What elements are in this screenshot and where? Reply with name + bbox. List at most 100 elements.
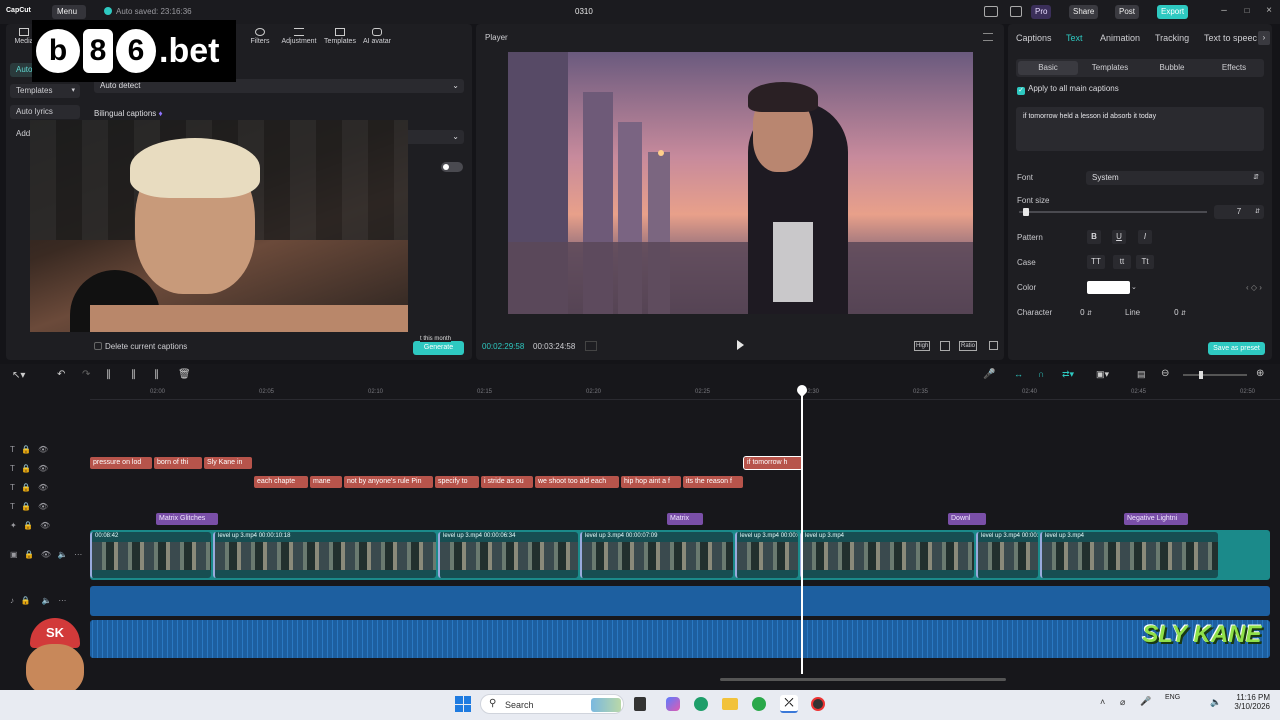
fullscreen-icon[interactable] [989, 341, 998, 350]
font-dropdown[interactable]: System ⇵ [1086, 171, 1264, 185]
copilot-icon[interactable] [666, 697, 680, 711]
language-indicator[interactable]: ENG [1165, 694, 1180, 701]
video-clip[interactable]: level up 3.mp4 00:00:10:18 [213, 532, 436, 578]
delete-captions-option[interactable]: Delete current captions [94, 342, 187, 351]
crop-icon[interactable] [940, 341, 950, 351]
tab-text[interactable]: Text [1066, 33, 1083, 43]
tab-tracking[interactable]: Tracking [1155, 33, 1189, 43]
chevron-right-icon[interactable]: › [1258, 31, 1270, 45]
capcut-taskbar-icon[interactable]: ⤫ [780, 695, 798, 713]
caption-clip[interactable]: pressure on lod [90, 457, 152, 469]
zoom-slider-handle[interactable] [1199, 371, 1203, 379]
taskbar-search[interactable]: ⚲ Search [480, 694, 624, 714]
trim-left-icon[interactable]: ∥ [131, 369, 136, 380]
toolbar-filters[interactable]: Filters [248, 28, 272, 45]
effect-clip[interactable]: Downl [948, 513, 986, 525]
tab-animation[interactable]: Animation [1100, 33, 1140, 43]
play-icon[interactable] [737, 340, 744, 350]
apply-all-captions[interactable]: ✓ Apply to all main captions [1017, 84, 1119, 95]
export-button[interactable]: Export [1157, 5, 1189, 19]
undo-icon[interactable]: ↶ [57, 369, 65, 380]
toolbar-adjustment[interactable]: Adjustment [279, 28, 319, 45]
caption-clip[interactable]: not by anyone's rule Pin [344, 476, 433, 488]
tab-text-to-speech[interactable]: Text to speec [1204, 33, 1257, 43]
save-as-preset-button[interactable]: Save as preset [1208, 342, 1265, 355]
zoom-out-icon[interactable]: ⊖ [1161, 368, 1169, 379]
caption-clip[interactable]: i stride as ou [481, 476, 533, 488]
windows-start-icon[interactable] [455, 696, 471, 712]
effect-clip[interactable]: Matrix [667, 513, 703, 525]
font-size-slider[interactable] [1019, 208, 1207, 216]
font-size-input[interactable]: 7 ⇵ [1214, 205, 1264, 219]
caption-clip[interactable]: each chapte [254, 476, 308, 488]
menu-button[interactable]: Menu [52, 5, 86, 19]
subtab-effects[interactable]: Effects [1206, 61, 1262, 75]
select-tool-icon[interactable]: ↖▾ [12, 370, 25, 381]
line-app-icon[interactable] [752, 697, 766, 711]
preview-axis-icon[interactable]: ▣▾ [1096, 369, 1109, 380]
player-menu-icon[interactable] [983, 33, 993, 41]
playhead[interactable] [801, 386, 803, 674]
caption-clip[interactable]: Sly Kane in [204, 457, 252, 469]
caption-clip-selected[interactable]: if tomorrow h [743, 456, 803, 470]
caption-clip[interactable]: its the reason f [683, 476, 743, 488]
redo-icon[interactable]: ↷ [82, 369, 90, 380]
audio-track-1[interactable] [90, 586, 1270, 616]
quality-button[interactable]: High [914, 341, 931, 351]
caption-clip[interactable]: born of thi [154, 457, 202, 469]
character-spacing-input[interactable]: 0 ⇵ [1070, 306, 1102, 319]
stepper-icon[interactable]: ⇵ [1255, 205, 1260, 219]
caption-clip[interactable]: hip hop aint a f [621, 476, 681, 488]
zoom-slider[interactable] [1183, 371, 1247, 379]
stepper-icon[interactable]: ⇵ [1181, 311, 1186, 317]
italic-icon[interactable]: I [1138, 230, 1152, 244]
video-clip[interactable]: level up 3.mp4 00:00:08:01 [976, 532, 1038, 578]
underline-icon[interactable]: U [1112, 230, 1126, 244]
microphone-tray-icon[interactable]: 🎤 [1140, 696, 1151, 707]
post-button[interactable]: Post [1115, 5, 1140, 19]
record-audio-icon[interactable]: 🎤 [983, 369, 995, 380]
shortcut-icon[interactable] [1010, 6, 1022, 17]
timeline-scrollbar[interactable] [720, 678, 1006, 681]
share-button[interactable]: Share [1069, 5, 1099, 19]
caption-clip[interactable]: we shoot too ald each [535, 476, 619, 488]
video-clip[interactable]: level up 3.mp4 00:00:07:09 [580, 532, 733, 578]
video-clip[interactable]: 00:08:42 [90, 532, 211, 578]
sidebar-item-templates[interactable]: Templates ▾ [10, 84, 80, 98]
tab-captions[interactable]: Captions [1016, 33, 1052, 43]
network-icon[interactable]: ⌀ [1120, 697, 1125, 708]
audio-waveform-track[interactable] [90, 620, 1270, 658]
taskbar-clock[interactable]: 11:16 PM 3/10/2026 [1228, 693, 1270, 711]
checkbox-checked-icon[interactable]: ✓ [1017, 87, 1025, 95]
case-upper-button[interactable]: TT [1087, 255, 1105, 269]
maximize-icon[interactable]: □ [1241, 5, 1253, 17]
split-icon[interactable]: ∥ [106, 369, 111, 380]
pro-button[interactable]: Pro [1031, 5, 1052, 19]
close-icon[interactable]: × [1263, 5, 1275, 17]
toggle-switch[interactable] [441, 162, 463, 172]
caption-text-input[interactable]: if tomorrow held a lesson id absorb it t… [1016, 107, 1264, 151]
link-icon[interactable]: ↔ [1014, 369, 1023, 379]
effect-clip[interactable]: Negative Lightni [1124, 513, 1188, 525]
video-clip[interactable]: level up 3.mp4 [800, 532, 974, 578]
record-app-icon[interactable] [811, 697, 825, 711]
delete-icon[interactable]: 🗑 [178, 369, 191, 380]
tray-chevron-icon[interactable]: ˄ [1100, 697, 1105, 707]
checkbox-icon[interactable] [94, 342, 102, 350]
sidebar-item-auto-lyrics[interactable]: Auto lyrics [10, 105, 80, 119]
edge-browser-icon[interactable] [694, 697, 708, 711]
file-explorer-icon[interactable] [722, 698, 738, 710]
caption-overlay-icon[interactable]: ▤ [1137, 369, 1146, 380]
subtab-bubble[interactable]: Bubble [1144, 61, 1200, 75]
caption-clip[interactable]: specify to [435, 476, 479, 488]
case-title-button[interactable]: Tt [1136, 255, 1154, 269]
subtab-basic[interactable]: Basic [1018, 61, 1078, 75]
magnet-icon[interactable]: ∩ [1038, 369, 1044, 379]
task-view-icon[interactable] [634, 697, 646, 711]
bold-icon[interactable]: B [1087, 230, 1101, 244]
toolbar-ai-avatar[interactable]: AI avatar [360, 28, 394, 45]
stepper-icon[interactable]: ⇵ [1087, 311, 1092, 317]
minimize-icon[interactable]: – [1218, 5, 1230, 17]
case-lower-button[interactable]: tt [1113, 255, 1131, 269]
snap-icon[interactable]: ⇄▾ [1062, 369, 1074, 380]
